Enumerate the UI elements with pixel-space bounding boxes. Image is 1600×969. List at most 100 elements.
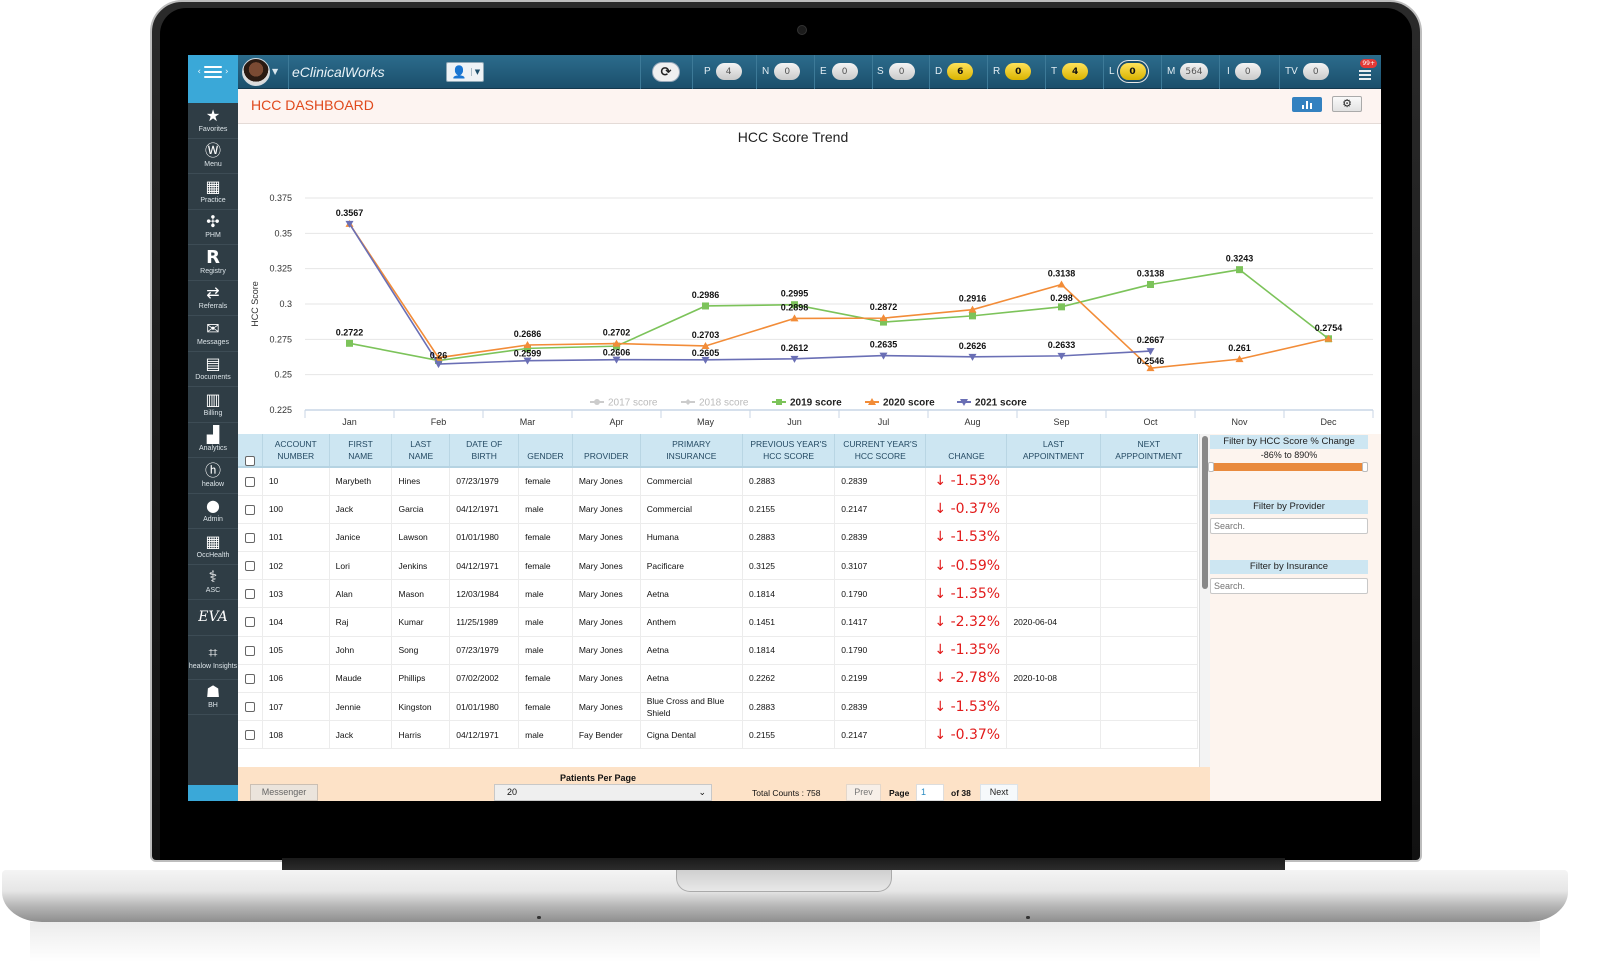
table-row[interactable]: 103 Alan Mason 12/03/1984 male Mary Jones Aetn… [238,579,1199,609]
row-checkbox[interactable] [244,673,255,684]
column-header[interactable]: NEXT APPPOINTMENT [1100,434,1199,468]
provider-search-input[interactable] [1210,518,1368,534]
jellybean-s[interactable]: S0 [877,63,915,80]
sidebar-item-bh[interactable]: ☗ BH [188,680,238,715]
legend-item-2017-score[interactable]: 2017 score [590,398,658,409]
column-header[interactable]: PRIMARY INSURANCE [640,434,744,468]
prev-page-button[interactable]: Prev [846,784,881,801]
sidebar-item-asc[interactable]: ⚕ ASC [188,565,238,600]
sidebar-item-occhealth[interactable]: ▦ OccHealth [188,529,238,565]
column-header[interactable]: FIRST NAME [329,434,393,468]
jellybean-count[interactable]: 4 [715,63,742,80]
column-header[interactable]: CURRENT YEAR'S HCC SCORE [834,434,927,468]
sidebar-item-eva[interactable]: EVA [188,600,238,636]
jellybean-n[interactable]: N0 [762,63,801,80]
table-row[interactable]: 10 Marybeth Hines 07/23/1979 female Mary Jone… [238,467,1199,496]
jellybean-l[interactable]: L0 [1109,63,1146,80]
table-scrollbar[interactable] [1200,434,1210,767]
caret-down-icon[interactable]: ▼ [272,67,278,76]
table-row[interactable]: 100 Jack Garcia 04/12/1971 male Mary Jones Com… [238,495,1199,524]
messenger-button[interactable]: Messenger [250,784,318,801]
row-checkbox[interactable] [244,476,255,487]
sidebar-item-registry[interactable]: R Registry [188,245,238,281]
menu-toggle-button[interactable]: ‹ › [188,55,238,89]
table-row[interactable]: 107 Jennie Kingston 01/01/1980 female Mary Jo… [238,692,1199,722]
jellybean-count[interactable]: 0 [1119,63,1146,80]
table-row[interactable]: 102 Lori Jenkins 04/12/1971 female Mary Jones… [238,551,1199,581]
column-header[interactable]: PREVIOUS YEAR'S HCC SCORE [742,434,836,468]
sidebar-item-healow[interactable]: ⓗ healow [188,458,238,494]
jellybean-count[interactable]: 6 [947,63,974,80]
legend-item-2021-score[interactable]: 2021 score [957,398,1027,409]
row-checkbox[interactable] [244,645,255,656]
sidebar-item-favorites[interactable]: ★ Favorites [188,103,238,139]
range-min-handle[interactable] [1208,462,1214,472]
sidebar-item-practice[interactable]: ▦ Practice [188,174,238,210]
jellybean-r[interactable]: R0 [993,63,1032,80]
sidebar-item-analytics[interactable]: ▟ Analytics [188,423,238,458]
jellybean-count[interactable]: 0 [1234,63,1261,80]
jellybean-count[interactable]: 4 [1062,63,1089,80]
scrollbar-thumb[interactable] [1202,436,1208,589]
row-checkbox[interactable] [244,532,255,543]
sidebar-item-phm[interactable]: ✣ PHM [188,210,238,245]
user-avatar[interactable] [242,58,270,86]
table-row[interactable]: 105 John Song 07/23/1979 male Mary Jones Aetna… [238,636,1199,665]
table-row[interactable]: 101 Janice Lawson 01/01/1980 female Mary Jone… [238,523,1199,553]
jellybean-e[interactable]: E0 [820,63,858,80]
row-checkbox[interactable] [244,701,255,712]
jellybean-count[interactable]: 0 [774,63,801,80]
jellybean-count[interactable]: 0 [888,63,915,80]
insurance-search-input[interactable] [1210,578,1368,594]
jellybean-t[interactable]: T4 [1051,63,1089,80]
row-checkbox[interactable] [244,617,255,628]
sidebar-item-admin[interactable]: ● Admin [188,494,238,529]
column-header[interactable]: CHANGE [925,434,1008,468]
jellybean-i[interactable]: I0 [1227,63,1261,80]
jellybean-count[interactable]: 0 [1005,63,1032,80]
legend-item-2019-score[interactable]: 2019 score [772,398,842,409]
page-number-input[interactable]: 1 [916,784,944,801]
jellybean-m[interactable]: M 564 [1167,63,1208,80]
sidebar-item-healow-insights[interactable]: ⌗ healow Insights [188,636,238,680]
refresh-button[interactable]: ⟳ [652,62,680,82]
table-row[interactable]: 104 Raj Kumar 11/25/1989 male Mary Jones Anthe… [238,607,1199,637]
chart-view-button[interactable] [1292,97,1322,112]
caret-down-icon[interactable]: ▼ [471,68,483,76]
jellybean-count[interactable]: 0 [831,63,858,80]
jellybean-count[interactable]: 0 [1302,63,1329,80]
data-point[interactable] [1147,280,1154,288]
jellybean-p[interactable]: P4 [704,63,742,80]
table-row[interactable]: 106 Maude Phillips 07/02/2002 female Mary Jon… [238,664,1199,694]
row-checkbox[interactable] [244,730,255,741]
data-point[interactable] [1057,280,1066,288]
data-point[interactable] [1236,266,1243,274]
column-header[interactable]: GENDER [518,434,573,468]
row-checkbox[interactable] [244,561,255,572]
settings-button[interactable]: ⚙ [1332,96,1362,112]
legend-item-2018-score[interactable]: 2018 score [681,398,749,409]
column-header[interactable]: PROVIDER [572,434,641,468]
column-header[interactable]: ACCOUNT NUMBER [262,434,330,468]
select-all-checkbox[interactable] [244,455,255,466]
column-header[interactable]: DATE OF BIRTH [449,434,520,468]
jellybean-tv[interactable]: TV 0 [1285,63,1329,80]
sidebar-item-documents[interactable]: ▤ Documents [188,352,238,387]
data-point[interactable] [969,312,976,320]
data-point[interactable] [702,302,709,310]
patients-per-page-select[interactable]: 20 ⌄ [494,784,712,801]
jellybean-d[interactable]: D6 [935,63,974,80]
row-checkbox[interactable] [244,504,255,515]
sidebar-item-referrals[interactable]: ⇄ Referrals [188,281,238,316]
alerts-button[interactable]: 99+ [1355,59,1377,85]
column-header[interactable]: LAST NAME [391,434,451,468]
sidebar-item-billing[interactable]: ▥ Billing [188,387,238,423]
data-point[interactable] [346,339,353,347]
sidebar-item-menu[interactable]: Ⓦ Menu [188,139,238,174]
patient-search-button[interactable]: 👤 ▼ [446,62,484,82]
hcc-change-range-slider[interactable] [1208,462,1368,472]
next-page-button[interactable]: Next [980,784,1018,801]
row-checkbox[interactable] [244,589,255,600]
range-max-handle[interactable] [1362,462,1368,472]
data-point[interactable] [1058,303,1065,311]
